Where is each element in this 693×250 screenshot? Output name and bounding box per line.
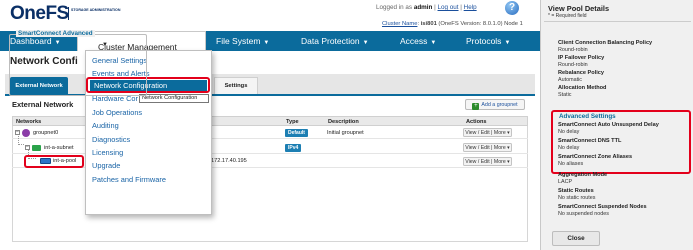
cluster-name-label[interactable]: Cluster Name <box>382 21 417 27</box>
nav-protocols[interactable]: Protocols ▼ <box>466 36 510 46</box>
field-label: SmartConnect Zone Aliases <box>558 154 633 160</box>
field-label: Rebalance Policy <box>558 70 605 76</box>
field-label: Aggregation Mode <box>558 172 608 178</box>
tab-settings[interactable]: Settings <box>214 77 258 95</box>
add-groupnet-button[interactable]: + Add a groupnet <box>465 99 525 110</box>
help-link[interactable]: Help <box>464 4 477 11</box>
app-header: OneFS STORAGE ADMINISTRATION Logged in a… <box>0 0 540 32</box>
field-label: Static Routes <box>558 188 594 194</box>
menu-licensing[interactable]: Licensing <box>92 148 123 157</box>
field-value: Automatic <box>558 77 582 83</box>
row-actions-button[interactable]: View / Edit | More ▾ <box>463 143 512 152</box>
menu-upgrade[interactable]: Upgrade <box>92 161 120 170</box>
collapse-icon[interactable]: − <box>15 130 20 135</box>
field-label: SmartConnect Auto Unsuspend Delay <box>558 122 659 128</box>
field-label: SmartConnect Suspended Nodes <box>558 204 647 210</box>
type-badge: Default <box>285 129 308 137</box>
close-button[interactable]: Close <box>552 231 600 246</box>
row-actions-button[interactable]: View / Edit | More ▾ <box>463 157 512 166</box>
menu-diagnostics[interactable]: Diagnostics <box>92 135 130 144</box>
panel-title: View Pool Details <box>548 4 610 13</box>
field-label: Allocation Method <box>558 85 607 91</box>
chevron-down-icon: ▼ <box>430 40 437 46</box>
field-value: Round-robin <box>558 62 588 68</box>
field-value: No suspended nodes <box>558 211 609 217</box>
cluster-name: isi801 <box>420 21 437 27</box>
plus-icon: + <box>472 103 480 110</box>
logged-in-prefix: Logged in as <box>376 4 413 11</box>
col-type[interactable]: Type <box>286 119 299 125</box>
version-info: (OneFS Version: 8.0.1.0) Node 1 <box>438 21 523 27</box>
chevron-down-icon: ▼ <box>504 40 511 46</box>
nav-access[interactable]: Access ▼ <box>400 36 436 46</box>
menu-auditing[interactable]: Auditing <box>92 121 119 130</box>
field-value: LACP <box>558 179 573 185</box>
pool-highlight-box <box>24 155 84 168</box>
col-description[interactable]: Description <box>328 119 359 125</box>
logo-subtitle: STORAGE ADMINISTRATION <box>71 8 121 12</box>
row-description: Initial groupnet <box>327 130 364 136</box>
field-value: Round-robin <box>558 47 588 53</box>
row-name[interactable]: groupnet0 <box>33 130 58 136</box>
field-value: No delay <box>558 129 580 135</box>
field-value: No delay <box>558 145 580 151</box>
field-value: No static routes <box>558 195 596 201</box>
logo-divider <box>68 7 69 20</box>
login-status: Logged in as admin | Log out | Help <box>376 4 477 11</box>
type-badge: IPv4 <box>285 144 302 152</box>
field-value: No aliases <box>558 161 584 167</box>
field-label: IP Failover Policy <box>558 55 605 61</box>
panel-divider <box>544 21 691 22</box>
row-ip: 172.17.40.195 <box>211 158 247 164</box>
col-networks[interactable]: Networks <box>16 119 41 125</box>
onefs-logo: OneFS <box>10 3 69 24</box>
nav-data-protection[interactable]: Data Protection ▼ <box>301 36 369 46</box>
username: admin <box>413 4 433 11</box>
menu-job-operations[interactable]: Job Operations <box>92 108 142 117</box>
help-icon[interactable]: ? <box>505 1 519 15</box>
logout-link[interactable]: Log out <box>438 4 459 11</box>
col-actions[interactable]: Actions <box>466 119 487 125</box>
smartconnect-fieldset <box>9 34 147 96</box>
nav-file-system[interactable]: File System ▼ <box>216 36 269 46</box>
smartconnect-legend: SmartConnect Advanced <box>16 30 95 37</box>
section-title: External Network <box>12 100 74 109</box>
chevron-down-icon: ▼ <box>263 40 270 46</box>
menu-patches-firmware[interactable]: Patches and Firmware <box>92 175 166 184</box>
chevron-down-icon: ▼ <box>362 40 369 46</box>
field-label: Client Connection Balancing Policy <box>558 40 653 46</box>
advanced-settings-legend: Advanced Settings <box>559 113 616 120</box>
field-value: Static <box>558 92 572 98</box>
row-actions-button[interactable]: View / Edit | More ▾ <box>463 128 512 137</box>
row-name[interactable]: int-a-subnet <box>44 145 74 151</box>
menu-tooltip: Network Configuration <box>139 94 209 103</box>
field-label: SmartConnect DNS TTL <box>558 138 622 144</box>
cluster-info: Cluster Name: isi801 (OneFS Version: 8.0… <box>382 21 523 27</box>
tree-connector <box>18 136 24 145</box>
required-note: * = Required field <box>548 13 587 19</box>
